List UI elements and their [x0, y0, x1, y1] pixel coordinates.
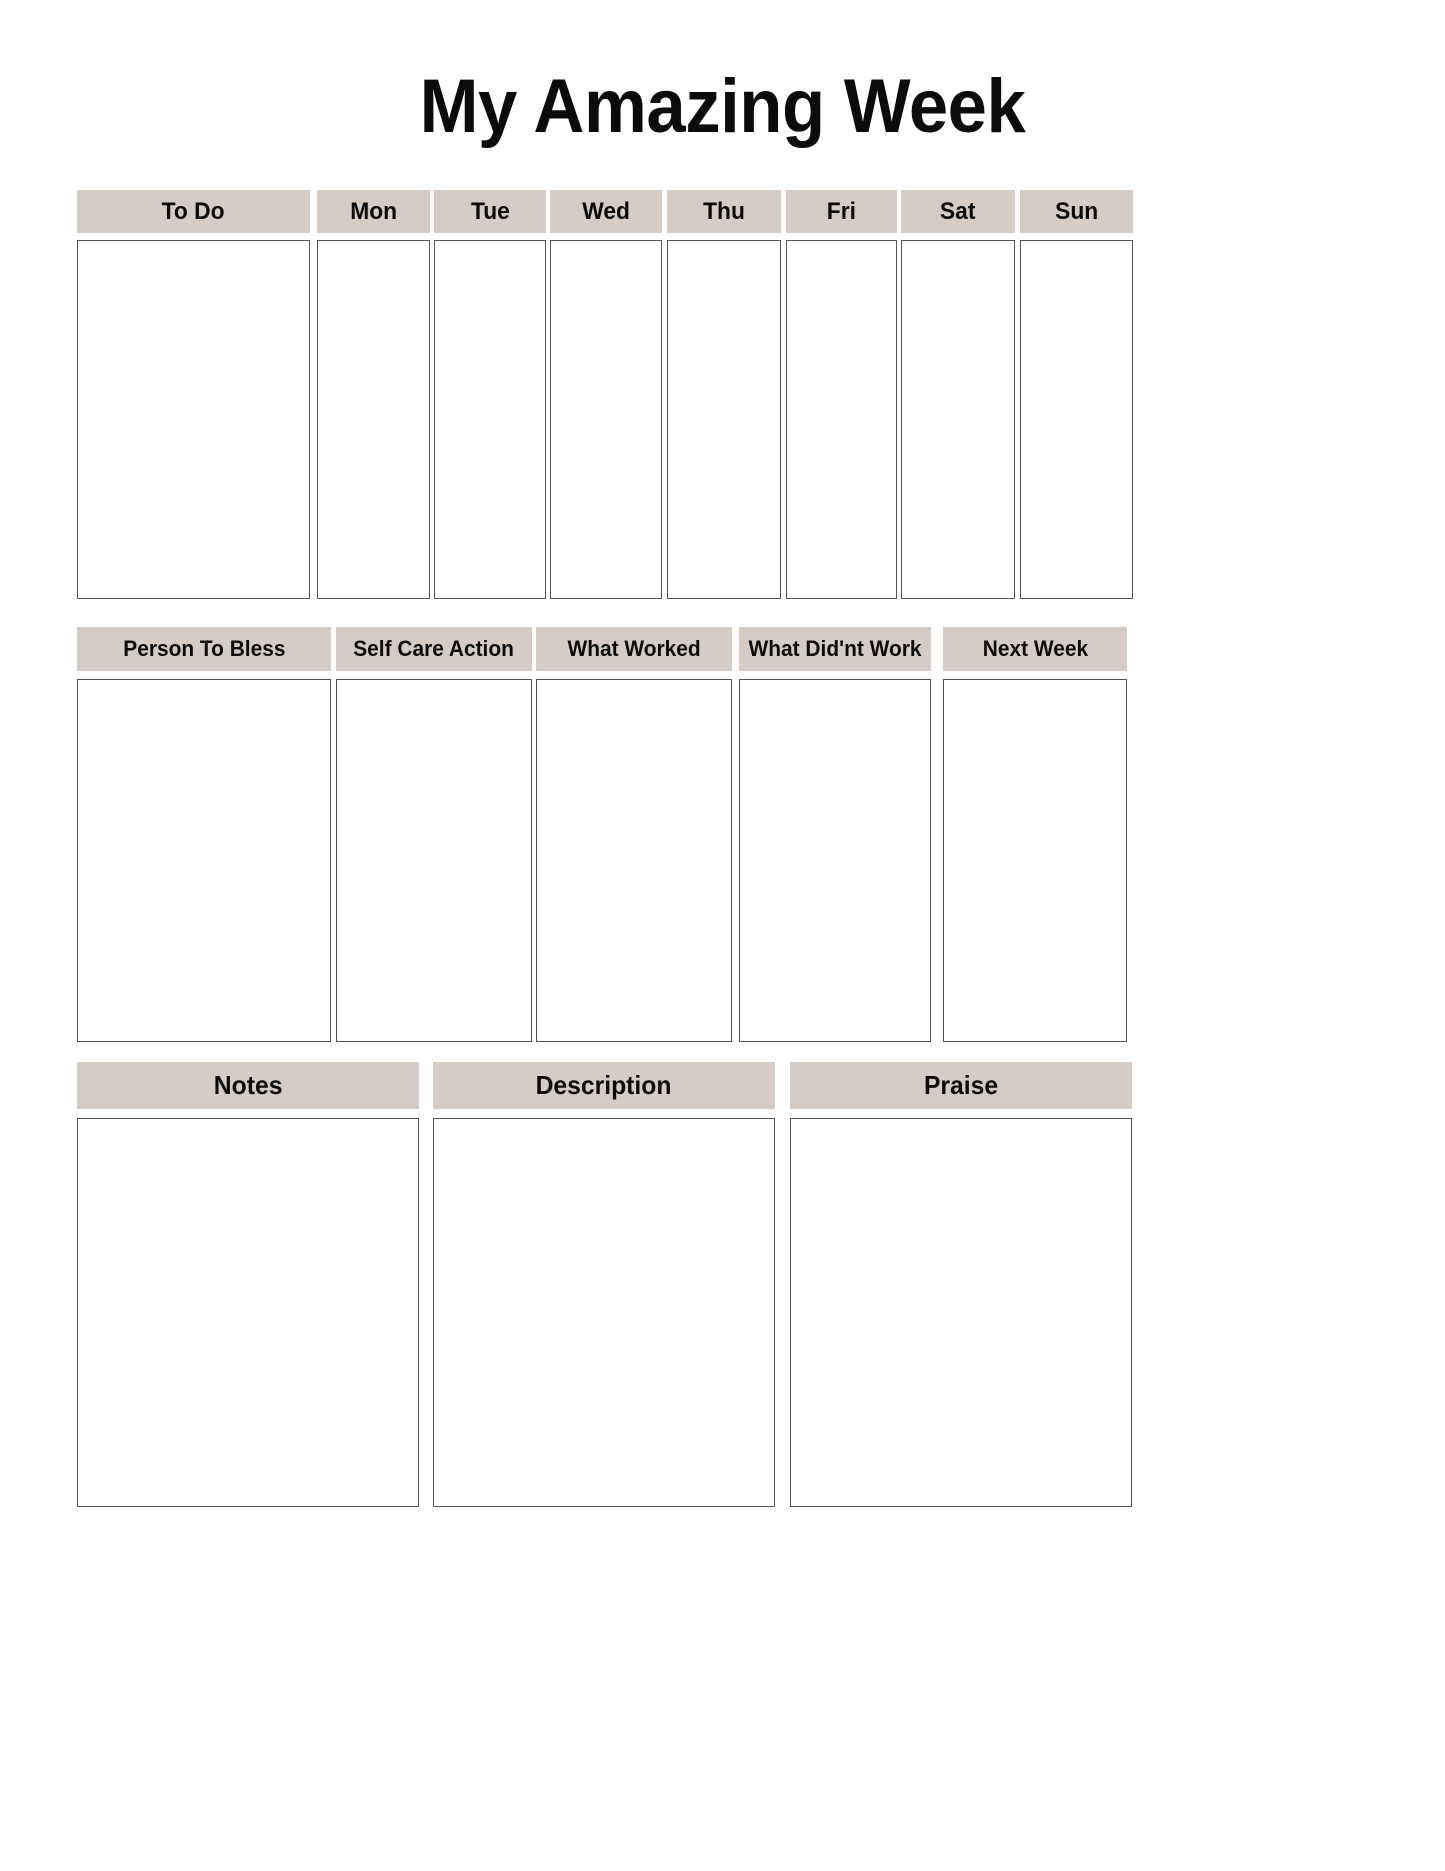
column-header-what-worked: What Worked	[536, 627, 732, 671]
column-header-self-care-action: Self Care Action	[336, 627, 532, 671]
input-box-tue[interactable]	[434, 240, 546, 599]
page-title: My Amazing Week	[419, 64, 1026, 149]
column-header-notes: Notes	[77, 1062, 419, 1109]
input-box-fri[interactable]	[786, 240, 897, 599]
column-header-tue: Tue	[434, 190, 546, 233]
planner-page: My Amazing Week To Do Mon Tue Wed Thu Fr…	[0, 0, 1445, 1871]
weekly-review-section: Person To Bless Self Care Action What Wo…	[0, 627, 1445, 1042]
input-box-what-didnt-work[interactable]	[739, 679, 931, 1042]
input-box-what-worked[interactable]	[536, 679, 732, 1042]
notes-section: Notes Description Praise	[0, 1062, 1445, 1507]
column-header-next-week: Next Week	[943, 627, 1127, 671]
input-box-person-to-bless[interactable]	[77, 679, 331, 1042]
input-box-thu[interactable]	[667, 240, 781, 599]
column-header-mon: Mon	[317, 190, 430, 233]
input-box-self-care-action[interactable]	[336, 679, 532, 1042]
column-header-person-to-bless: Person To Bless	[77, 627, 331, 671]
column-header-wed: Wed	[550, 190, 662, 233]
input-box-next-week[interactable]	[943, 679, 1127, 1042]
column-header-sun: Sun	[1020, 190, 1133, 233]
input-box-notes[interactable]	[77, 1118, 419, 1507]
column-header-fri: Fri	[786, 190, 897, 233]
input-box-sat[interactable]	[901, 240, 1015, 599]
column-header-to-do: To Do	[77, 190, 310, 233]
input-box-description[interactable]	[433, 1118, 775, 1507]
input-box-to-do[interactable]	[77, 240, 310, 599]
input-box-wed[interactable]	[550, 240, 662, 599]
column-header-description: Description	[433, 1062, 775, 1109]
column-header-sat: Sat	[901, 190, 1015, 233]
column-header-what-didnt-work: What Did'nt Work	[739, 627, 931, 671]
input-box-mon[interactable]	[317, 240, 430, 599]
input-box-praise[interactable]	[790, 1118, 1132, 1507]
input-box-sun[interactable]	[1020, 240, 1133, 599]
column-header-praise: Praise	[790, 1062, 1132, 1109]
column-header-thu: Thu	[667, 190, 781, 233]
weekly-planner-section: To Do Mon Tue Wed Thu Fri Sat Sun	[0, 190, 1445, 610]
